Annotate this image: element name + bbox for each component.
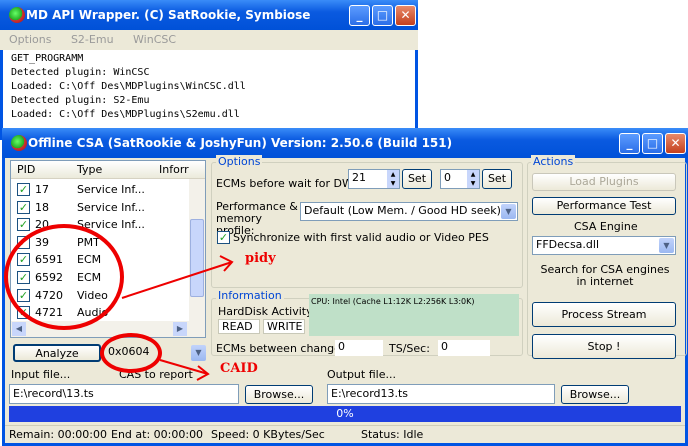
pidy-annotation: pidy bbox=[245, 251, 276, 266]
caid-annotation: CAID bbox=[220, 361, 258, 376]
annotation-arrows bbox=[121, 255, 234, 381]
